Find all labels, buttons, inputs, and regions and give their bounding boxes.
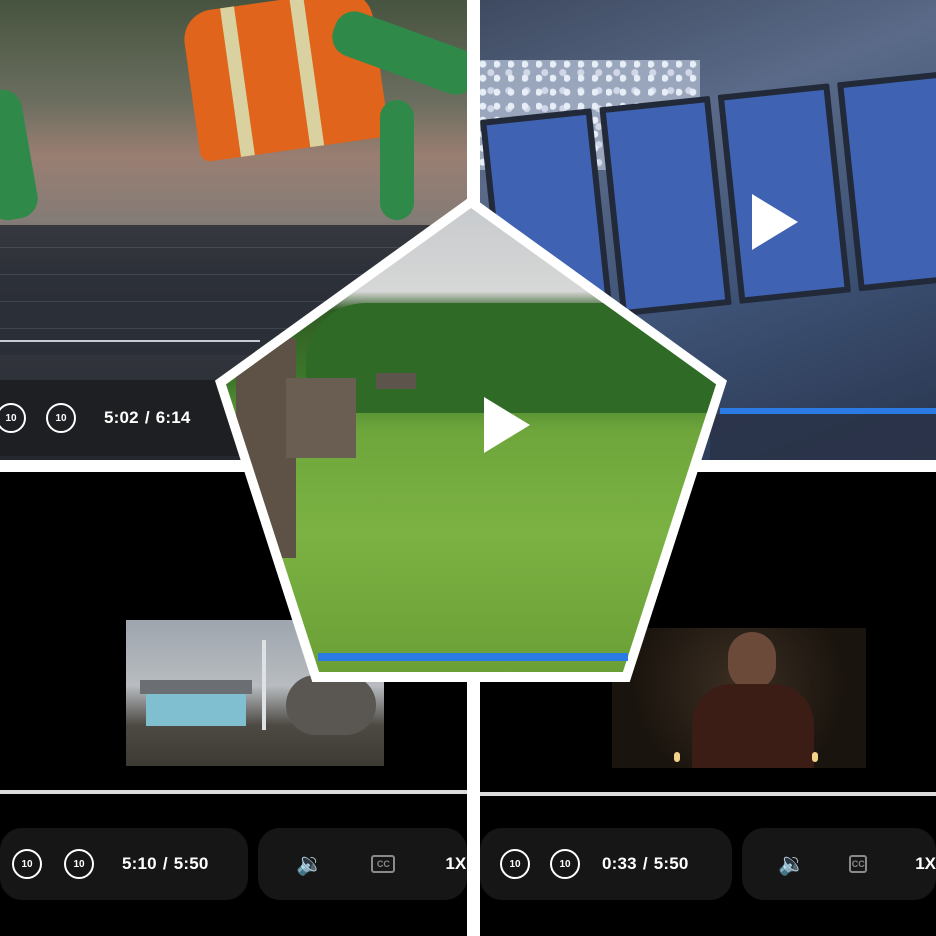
elapsed-time: 5:10 — [122, 854, 157, 873]
solar-cell — [836, 70, 936, 292]
progress-track[interactable] — [0, 790, 467, 794]
roof — [140, 680, 252, 694]
total-duration: 5:50 — [173, 854, 209, 873]
time-separator: / — [642, 854, 648, 873]
volume-icon[interactable]: 🔉 — [778, 851, 805, 877]
skip-forward-10-icon[interactable]: 10 — [64, 849, 94, 879]
video-thumbnail[interactable] — [612, 628, 866, 768]
skip-back-10-icon[interactable]: 10 — [12, 849, 42, 879]
progress-bar[interactable] — [720, 408, 936, 414]
play-icon[interactable] — [752, 194, 798, 250]
player-controls — [710, 414, 936, 460]
skip-forward-10-icon[interactable]: 10 — [550, 849, 580, 879]
play-icon[interactable] — [484, 397, 530, 453]
playback-speed-button[interactable]: 1X — [915, 854, 936, 874]
player-controls: 10 10 5:10 / 5:50 🔉 CC 1X — [0, 828, 467, 900]
time-separator: / — [144, 408, 150, 427]
closed-captions-icon[interactable]: CC — [371, 855, 396, 873]
windmill-mast — [262, 640, 266, 730]
wooden-hut — [286, 378, 356, 458]
speaker-body — [692, 684, 814, 768]
solar-cell — [598, 95, 732, 317]
candle-flame — [674, 752, 680, 762]
progress-bar[interactable] — [318, 653, 628, 661]
vest-stripe — [289, 0, 325, 148]
speaker-head — [728, 632, 776, 690]
tree — [286, 675, 376, 735]
time-separator: / — [162, 854, 168, 873]
skip-back-10-icon[interactable]: 10 — [0, 403, 26, 433]
elapsed-time: 0:33 — [602, 854, 637, 873]
worker-arm — [380, 100, 414, 220]
wooden-hut — [376, 373, 416, 389]
options-pill: 🔉 CC 1X — [258, 828, 467, 900]
skip-forward-10-icon[interactable]: 10 — [46, 403, 76, 433]
total-duration: 6:14 — [155, 408, 191, 427]
worker-arm — [0, 86, 41, 224]
playback-pill: 10 10 0:33 / 5:50 — [480, 828, 732, 900]
player-controls: 10 10 0:33 / 5:50 🔉 CC 1X — [480, 828, 936, 900]
progress-track[interactable] — [480, 792, 936, 796]
player-controls: 10 10 5:02 / 6:14 — [0, 380, 240, 456]
total-duration: 5:50 — [653, 854, 689, 873]
closed-captions-icon[interactable]: CC — [849, 855, 868, 873]
divider — [0, 340, 260, 342]
vest-stripe — [220, 6, 255, 157]
skip-back-10-icon[interactable]: 10 — [500, 849, 530, 879]
playback-speed-button[interactable]: 1X — [445, 854, 466, 874]
elapsed-time: 5:02 — [104, 408, 139, 427]
playback-pill: 10 10 5:10 / 5:50 — [0, 828, 248, 900]
candle-flame — [812, 752, 818, 762]
options-pill: 🔉 CC 1X — [742, 828, 936, 900]
volume-icon[interactable]: 🔉 — [296, 851, 323, 877]
house — [146, 690, 246, 726]
